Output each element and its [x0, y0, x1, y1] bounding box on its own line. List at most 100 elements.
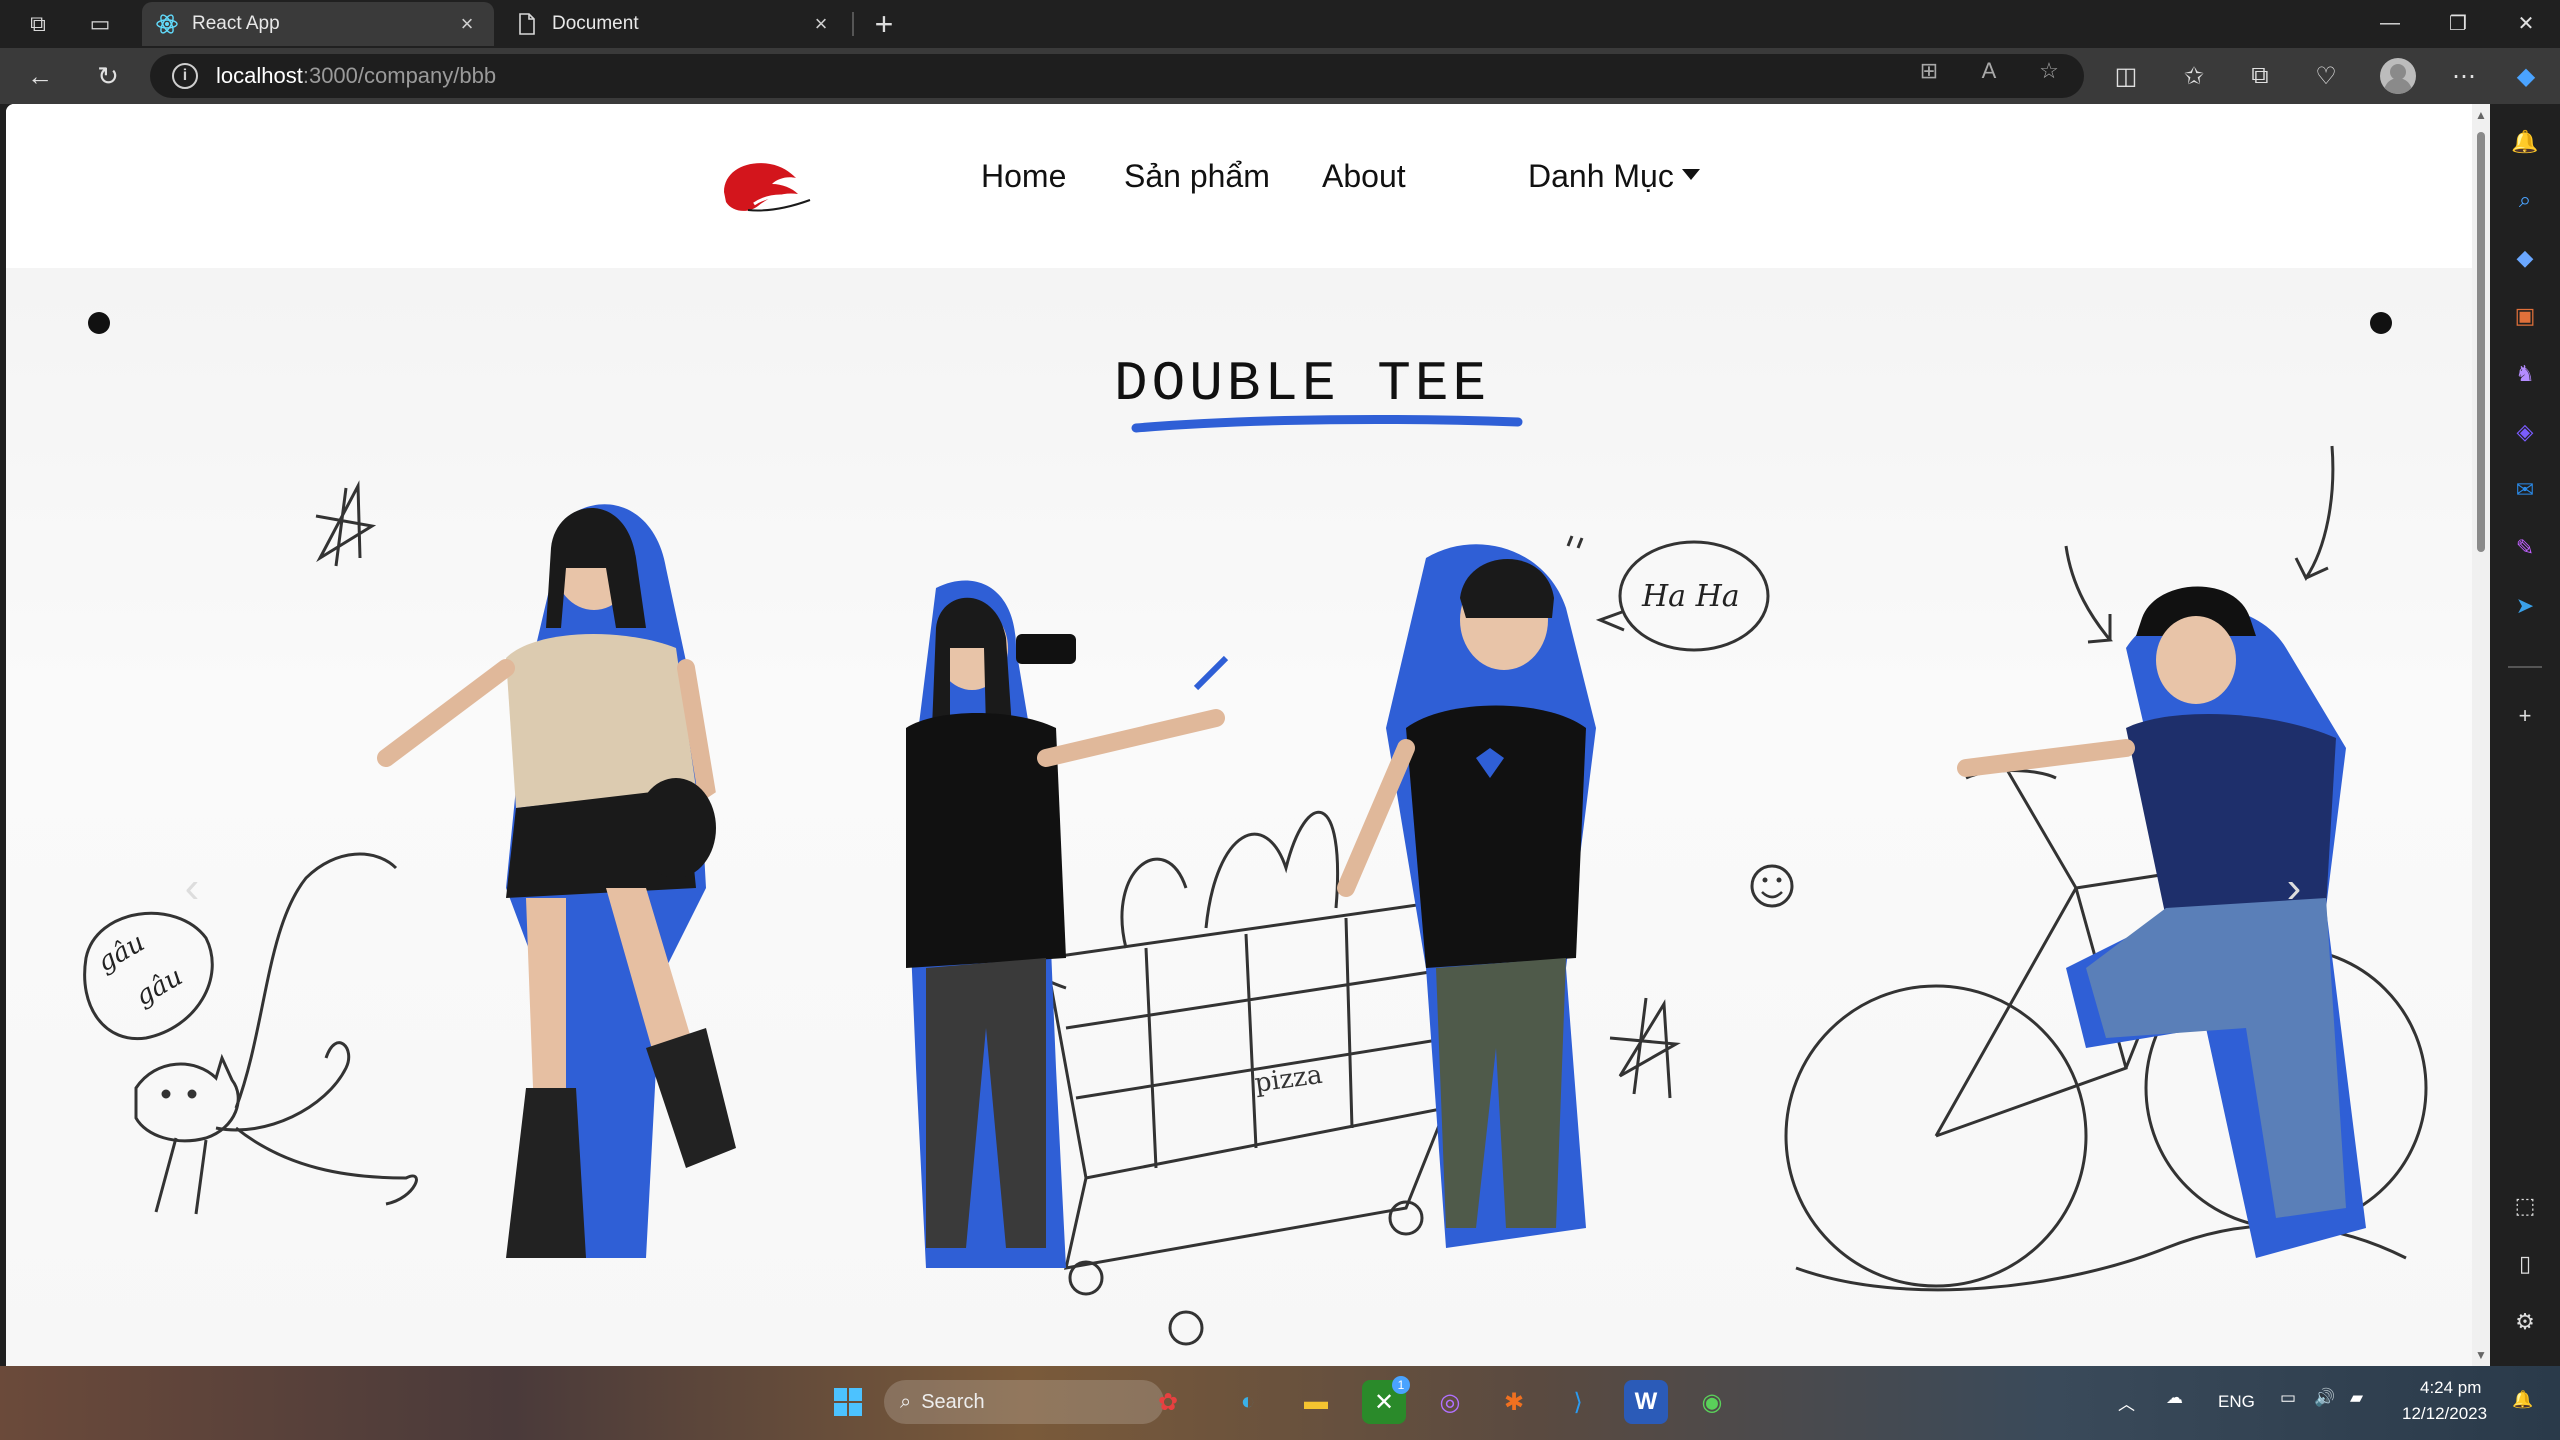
- network-icon[interactable]: ▭: [2280, 1388, 2296, 1408]
- favorites-icon[interactable]: ✩: [2176, 58, 2212, 94]
- smiley-doodle: [1750, 864, 1794, 908]
- workspaces-icon[interactable]: ⧉: [22, 8, 54, 40]
- scroll-down-arrow-icon[interactable]: ▼: [2474, 1348, 2488, 1362]
- address-bar[interactable]: i localhost:3000/company/bbb: [150, 54, 2084, 98]
- more-menu-icon[interactable]: ⋯: [2446, 58, 2482, 94]
- pizza-text: pizza: [1253, 1060, 1324, 1099]
- notification-center-icon[interactable]: 🔔: [2512, 1390, 2533, 1410]
- xampp-icon[interactable]: ✱: [1492, 1380, 1536, 1424]
- url-text[interactable]: localhost:3000/company/bbb: [216, 63, 496, 89]
- flower-widget-icon[interactable]: ✿: [1146, 1380, 1190, 1424]
- send-icon[interactable]: ➤: [2507, 588, 2543, 624]
- photos-app-icon[interactable]: ◎: [1428, 1380, 1472, 1424]
- hero-banner: DOUBLE TEE Ha Ha gâu gâu pizza ‹ ›: [6, 268, 2472, 1366]
- brand-logo[interactable]: [718, 156, 814, 220]
- profile-avatar[interactable]: [2380, 58, 2416, 94]
- page-scrollbar[interactable]: ▲ ▼: [2472, 104, 2490, 1366]
- copilot-icon[interactable]: ◆: [2508, 58, 2544, 94]
- read-aloud-icon[interactable]: A: [1974, 56, 2004, 86]
- edge-browser-icon[interactable]: ◐: [1226, 1380, 1270, 1424]
- shopping-tag-icon[interactable]: ◆: [2507, 240, 2543, 276]
- windows-start-icon[interactable]: [826, 1380, 870, 1424]
- tab-divider: [852, 12, 854, 36]
- nav-home-link[interactable]: Home: [981, 158, 1066, 195]
- hide-sidebar-icon[interactable]: ▯: [2507, 1246, 2543, 1282]
- carousel-next-button[interactable]: ›: [2274, 858, 2314, 918]
- sidebar-divider: [2508, 666, 2542, 668]
- site-navbar: Home Sản phẩm About Danh Mục: [6, 104, 2472, 268]
- minimize-button[interactable]: —: [2356, 0, 2424, 46]
- collections-icon[interactable]: ⧉: [2242, 58, 2278, 94]
- arrow-doodle-2: [2294, 445, 2335, 581]
- nav-category-dropdown[interactable]: Danh Mục: [1528, 158, 1700, 195]
- tab-react-app[interactable]: React App ×: [142, 2, 494, 46]
- close-tab-icon[interactable]: ×: [808, 11, 834, 37]
- caret-down-icon: [1681, 169, 1700, 181]
- search-placeholder: Search: [921, 1390, 985, 1413]
- shopping-cart-doodle: pizza: [1006, 810, 1468, 1346]
- tab-title: Document: [552, 13, 639, 34]
- model-girl-beige-tee: [377, 504, 736, 1259]
- close-window-button[interactable]: ✕: [2492, 0, 2560, 46]
- tab-title: React App: [192, 13, 280, 34]
- browser-essentials-icon[interactable]: ♡: [2308, 58, 2344, 94]
- xbox-badge: 1: [1392, 1376, 1410, 1394]
- file-explorer-icon[interactable]: ▬: [1294, 1380, 1338, 1424]
- browser-tab-strip: ⧉ ▭ React App × Document × + — ❐ ✕: [0, 0, 2560, 48]
- site-info-icon[interactable]: i: [172, 63, 198, 89]
- haha-text: Ha Ha: [1641, 579, 1740, 614]
- xbox-icon[interactable]: ✕ 1: [1362, 1376, 1410, 1424]
- gau-text-2: gâu: [131, 962, 188, 1012]
- scroll-up-arrow-icon[interactable]: ▲: [2474, 108, 2488, 122]
- clock-date[interactable]: 12/12/2023: [2402, 1404, 2487, 1424]
- back-icon[interactable]: ←: [22, 58, 58, 94]
- copilot-sidebar-icon[interactable]: ◈: [2507, 414, 2543, 450]
- star-doodle-2: [1609, 997, 1681, 1099]
- games-icon[interactable]: ♞: [2507, 356, 2543, 392]
- carousel-prev-button[interactable]: ‹: [172, 858, 212, 918]
- search-icon: ⌕: [900, 1390, 912, 1413]
- title-underline: [1131, 415, 1523, 433]
- tab-actions-icon[interactable]: ▭: [84, 8, 116, 40]
- designer-icon[interactable]: ✎: [2507, 530, 2543, 566]
- clock-time[interactable]: 4:24 pm: [2420, 1378, 2481, 1398]
- settings-gear-icon[interactable]: ⚙: [2507, 1304, 2543, 1340]
- outlook-icon[interactable]: ✉: [2507, 472, 2543, 508]
- haha-speech-bubble: Ha Ha: [1566, 535, 1770, 652]
- model-girl-camera: [906, 580, 1229, 1268]
- nav-about-link[interactable]: About: [1322, 158, 1406, 195]
- close-tab-icon[interactable]: ×: [454, 11, 480, 37]
- screenshot-icon[interactable]: ⬚: [2507, 1188, 2543, 1224]
- green-app-icon[interactable]: ◉: [1690, 1380, 1734, 1424]
- taskbar-search-box[interactable]: ⌕ Search: [884, 1380, 1164, 1424]
- app-available-icon[interactable]: ⊞: [1914, 56, 1944, 86]
- language-indicator[interactable]: ENG: [2218, 1392, 2255, 1412]
- new-tab-button[interactable]: +: [866, 6, 902, 42]
- word-icon[interactable]: W: [1624, 1380, 1668, 1424]
- tray-chevron-up-icon[interactable]: ︿: [2118, 1390, 2135, 1415]
- page-viewport: Home Sản phẩm About Danh Mục DOUBLE TEE …: [6, 104, 2490, 1366]
- star-doodle-1: [315, 480, 377, 567]
- tab-document[interactable]: Document ×: [502, 2, 848, 46]
- edge-sidebar: 🔔 ⌕ ◆ ▣ ♞ ◈ ✉ ✎ ➤ + ⬚ ▯ ⚙: [2490, 104, 2560, 1366]
- arrow-doodle-1: [2064, 545, 2113, 644]
- document-icon: [516, 13, 538, 35]
- battery-icon[interactable]: ▰: [2350, 1388, 2363, 1408]
- tools-briefcase-icon[interactable]: ▣: [2507, 298, 2543, 334]
- cloud-weather-icon[interactable]: ☁: [2166, 1388, 2183, 1408]
- nav-products-link[interactable]: Sản phẩm: [1124, 158, 1270, 195]
- notification-bell-icon[interactable]: 🔔: [2507, 124, 2543, 160]
- hero-illustration: Ha Ha gâu gâu pizza: [83, 415, 2428, 1346]
- scrollbar-thumb[interactable]: [2477, 132, 2485, 552]
- favorite-star-icon[interactable]: ☆: [2034, 56, 2064, 86]
- react-icon: [156, 13, 178, 35]
- volume-icon[interactable]: 🔊: [2314, 1388, 2335, 1408]
- add-sidebar-app-icon[interactable]: +: [2507, 698, 2543, 734]
- restore-button[interactable]: ❐: [2424, 0, 2492, 46]
- model-boy-black-tee: [1337, 544, 1596, 1248]
- vscode-icon[interactable]: ⟩: [1556, 1380, 1600, 1424]
- refresh-icon[interactable]: ↻: [90, 58, 126, 94]
- windows-taskbar: ⌕ Search ✿ ◐ ▬ ✕ 1 ◎ ✱ ⟩ W ◉ ︿ ☁ ENG ▭ 🔊 ▰…: [0, 1366, 2560, 1440]
- search-icon[interactable]: ⌕: [2507, 182, 2543, 218]
- split-screen-icon[interactable]: ◫: [2108, 58, 2144, 94]
